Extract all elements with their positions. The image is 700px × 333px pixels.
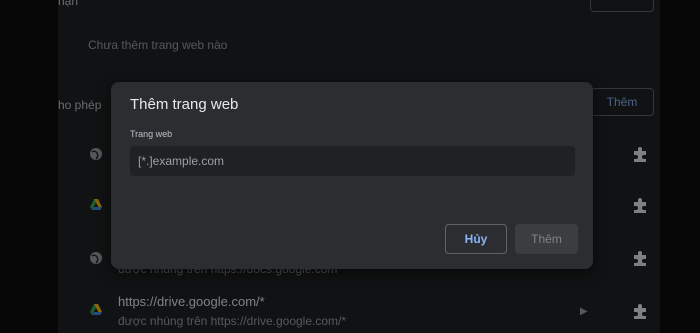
site-field-label: Trang web [130, 129, 173, 139]
add-button[interactable]: Thêm [515, 224, 578, 254]
site-input[interactable] [130, 146, 575, 176]
dialog-title: Thêm trang web [130, 96, 239, 113]
add-site-dialog: Thêm trang web Trang web Hủy Thêm [111, 82, 593, 269]
cancel-button[interactable]: Hủy [445, 224, 507, 254]
